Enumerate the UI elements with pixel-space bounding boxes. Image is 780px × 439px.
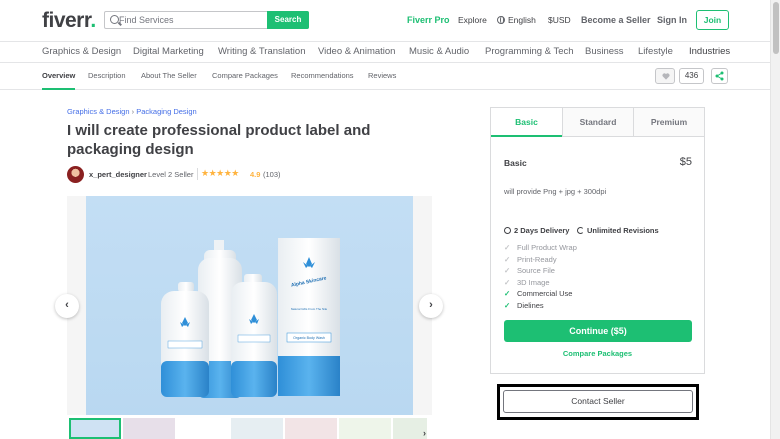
gallery-thumbnails: › — [67, 418, 432, 439]
gallery-main-image: Alpha Skincare Natural Gifts From The Ni… — [86, 196, 413, 415]
thumbnail-6[interactable] — [339, 418, 391, 439]
tab-basic[interactable]: Basic — [491, 108, 562, 137]
package-tabs: Basic Standard Premium — [491, 108, 704, 137]
rating-score: 4.9 — [250, 170, 261, 179]
delivery-time: 2 Days Delivery — [504, 226, 569, 235]
packages-panel: Basic Standard Premium Basic $5 will pro… — [490, 107, 705, 374]
package-price: $5 — [679, 156, 692, 168]
page-scrollbar[interactable] — [770, 0, 780, 439]
check-icon: ✓ — [504, 266, 511, 275]
share-button[interactable] — [711, 68, 728, 84]
explore-link[interactable]: Explore — [458, 15, 487, 25]
divider — [197, 168, 198, 180]
search-bar: Search — [104, 11, 309, 29]
fiverr-logo[interactable]: fiverr. — [42, 9, 96, 33]
category-menu: Graphics & Design Digital Marketing Writ… — [0, 42, 770, 63]
box-product-text: Organic Body Wash — [293, 336, 325, 340]
gallery-prev-button[interactable]: ‹ — [55, 294, 79, 318]
scrollbar-thumb[interactable] — [773, 2, 779, 54]
package-description: will provide Png + jpg + 300dpi — [504, 187, 607, 196]
feature-item: ✓ Dielines — [504, 301, 544, 310]
thumbnail-4[interactable] — [231, 418, 283, 439]
seller-name[interactable]: x_pert_designer — [89, 170, 147, 179]
like-count: 436 — [679, 68, 704, 84]
become-seller-link[interactable]: Become a Seller — [581, 15, 651, 25]
category-graphics-design[interactable]: Graphics & Design — [42, 46, 121, 57]
breadcrumb-child[interactable]: Packaging Design — [136, 107, 196, 116]
thumbnail-1[interactable] — [69, 418, 121, 439]
thumbnail-2[interactable] — [123, 418, 175, 439]
check-icon: ✓ — [504, 255, 511, 264]
breadcrumb-parent[interactable]: Graphics & Design — [67, 107, 130, 116]
category-music-audio[interactable]: Music & Audio — [409, 46, 469, 57]
thumbnail-5[interactable] — [285, 418, 337, 439]
category-business[interactable]: Business — [585, 46, 624, 57]
check-icon: ✓ — [504, 301, 511, 310]
breadcrumb-separator: › — [131, 107, 135, 116]
heart-icon — [662, 73, 670, 80]
subnav-reviews[interactable]: Reviews — [368, 71, 396, 80]
category-programming-tech[interactable]: Programming & Tech — [485, 46, 574, 57]
subnav-description[interactable]: Description — [88, 71, 126, 80]
search-button[interactable]: Search — [267, 11, 309, 29]
seller-level: Level 2 Seller — [148, 170, 194, 179]
revisions: Unlimited Revisions — [577, 226, 659, 235]
share-icon — [715, 71, 724, 81]
language-selector[interactable]: English — [497, 15, 536, 25]
feature-item: ✓ 3D Image — [504, 278, 550, 287]
top-navigation: fiverr. Search Fiverr Pro Explore Englis… — [0, 0, 770, 42]
gig-gallery: Alpha Skincare Natural Gifts From The Ni… — [67, 196, 432, 415]
tab-premium[interactable]: Premium — [633, 108, 704, 137]
subnav-overview[interactable]: Overview — [42, 71, 76, 90]
check-icon: ✓ — [504, 289, 511, 298]
sign-in-link[interactable]: Sign In — [657, 15, 687, 25]
check-icon: ✓ — [504, 243, 511, 252]
category-digital-marketing[interactable]: Digital Marketing — [133, 46, 204, 57]
subnav-recommendations[interactable]: Recommendations — [291, 71, 354, 80]
save-button[interactable] — [655, 68, 675, 84]
category-video-animation[interactable]: Video & Animation — [318, 46, 395, 57]
check-icon: ✓ — [504, 278, 511, 287]
box-tagline-text: Natural Gifts From The Nile — [291, 307, 328, 311]
feature-item: ✓ Full Product Wrap — [504, 243, 577, 252]
join-button[interactable]: Join — [696, 10, 729, 30]
continue-button[interactable]: Continue ($5) — [504, 320, 692, 342]
category-lifestyle[interactable]: Lifestyle — [638, 46, 673, 57]
fiverr-pro-link[interactable]: Fiverr Pro — [407, 15, 450, 25]
review-count[interactable]: (103) — [263, 170, 281, 179]
thumbnails-next-icon[interactable]: › — [423, 428, 426, 438]
subnav-compare-packages[interactable]: Compare Packages — [212, 71, 278, 80]
tab-standard[interactable]: Standard — [562, 108, 633, 137]
globe-icon — [497, 16, 505, 24]
currency-selector[interactable]: $USD — [548, 15, 571, 25]
seller-avatar[interactable] — [67, 166, 84, 183]
feature-item: ✓ Print-Ready — [504, 255, 557, 264]
category-industries[interactable]: Industries — [689, 46, 730, 57]
package-name: Basic — [504, 158, 527, 168]
feature-item: ✓ Source File — [504, 266, 555, 275]
compare-packages-link[interactable]: Compare Packages — [491, 349, 704, 358]
contact-seller-highlight: Contact Seller — [497, 384, 699, 420]
refresh-icon — [577, 227, 584, 234]
subnav-about-seller[interactable]: About The Seller — [141, 71, 197, 80]
contact-seller-button[interactable]: Contact Seller — [503, 390, 693, 413]
search-icon — [110, 15, 119, 24]
gallery-next-button[interactable]: › — [419, 294, 443, 318]
breadcrumb: Graphics & Design › Packaging Design — [67, 107, 197, 116]
star-rating-icons: ★★★★★ — [201, 168, 239, 178]
thumbnail-7[interactable] — [393, 418, 427, 439]
clock-icon — [504, 227, 511, 234]
product-mockup-image: Alpha Skincare Natural Gifts From The Ni… — [161, 238, 340, 398]
feature-item: ✓ Commercial Use — [504, 289, 573, 298]
search-input[interactable] — [119, 12, 269, 28]
gig-title: I will create professional product label… — [67, 122, 371, 158]
thumbnail-3[interactable] — [177, 418, 229, 439]
category-writing-translation[interactable]: Writing & Translation — [218, 46, 305, 57]
